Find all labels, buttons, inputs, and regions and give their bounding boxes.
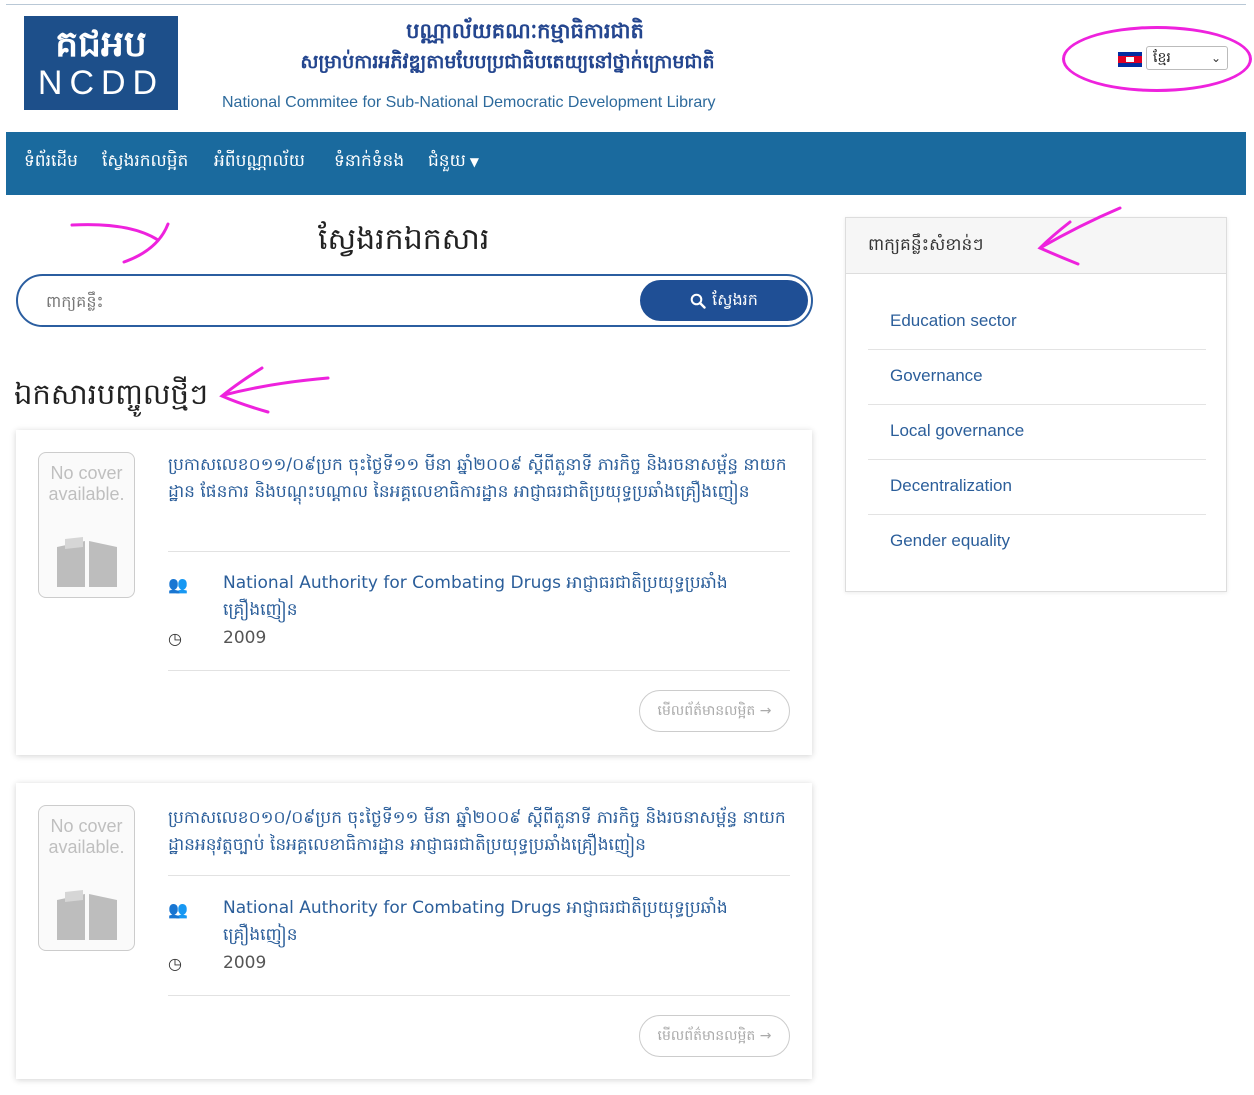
divider — [168, 670, 790, 671]
document-title-link[interactable]: ប្រកាសលេខ០១១/០៩ប្រក ចុះថ្ងៃទី១១ មីនា ឆ្ន… — [168, 452, 790, 506]
nav-item-label: ស្វែងរកលម្អិត — [102, 151, 189, 171]
document-title-link[interactable]: ប្រកាសលេខ០១០/០៩ប្រក ចុះថ្ងៃទី១១ មីនា ឆ្ន… — [168, 805, 790, 859]
book-icon — [57, 537, 117, 587]
no-cover-placeholder[interactable]: No cover available. — [38, 805, 135, 951]
nav-item-label: ជំនួយ — [428, 151, 466, 171]
nav-item-advanced-search[interactable]: ស្វែងរកលម្អិត — [102, 150, 188, 175]
annotation-arrow-recent — [219, 366, 330, 414]
divider — [168, 551, 790, 552]
divider — [168, 995, 790, 996]
logo-khmer-text: គជអប — [55, 23, 147, 65]
search-input[interactable] — [46, 289, 606, 313]
search-bar: ស្វែងរក — [16, 274, 813, 327]
keyword-label: Decentralization — [890, 476, 1012, 495]
keyword-link[interactable]: Gender equality — [868, 515, 1206, 570]
nav-item-contact[interactable]: ទំនាក់ទំនង — [334, 150, 404, 175]
nav-item-about[interactable]: អំពីបណ្ណាល័យ — [214, 150, 305, 175]
nav-item-home[interactable]: ទំព័រដើម — [24, 150, 78, 175]
nav-item-help[interactable]: ជំនួយ ▼ — [428, 150, 479, 175]
divider — [168, 875, 790, 876]
keyword-link[interactable]: Decentralization — [868, 460, 1206, 515]
keywords-panel: ពាក្យគន្លឹះសំខាន់ៗ Education sector Gove… — [845, 217, 1227, 592]
nav-item-label: អំពីបណ្ណាល័យ — [214, 151, 305, 171]
chevron-down-icon: ▼ — [469, 155, 480, 169]
keyword-label: Governance — [890, 366, 983, 385]
document-card: No cover available. ប្រកាសលេខ០១០/០៩ប្រក … — [16, 783, 812, 1079]
keyword-link[interactable]: Local governance — [868, 405, 1206, 460]
chevron-down-icon: ⌄ — [1210, 51, 1221, 65]
no-cover-text: No cover available. — [48, 463, 125, 504]
keyword-link[interactable]: Governance — [868, 350, 1206, 405]
keywords-panel-title: ពាក្យគន្លឹះសំខាន់ៗ — [868, 235, 984, 255]
keyword-label: Education sector — [890, 311, 1017, 330]
language-selected-value: ខ្មែរ — [1153, 50, 1171, 66]
users-icon: 👥 — [168, 575, 188, 594]
logo-latin-text: NCDD — [37, 64, 165, 102]
book-icon — [57, 890, 117, 940]
site-title-khmer-line2: សម្រាប់ការអភិវឌ្ឍតាមបែបប្រជាធិបតេយ្យនៅថ្… — [300, 51, 715, 73]
language-select[interactable]: ខ្មែរ ⌄ — [1146, 46, 1228, 70]
top-border-line — [6, 4, 1246, 5]
annotation-arrow-search — [70, 222, 170, 264]
document-year: 2009 — [223, 628, 267, 648]
keyword-label: Gender equality — [890, 531, 1011, 550]
document-card: No cover available. ប្រកាសលេខ០១១/០៩ប្រក … — [16, 430, 812, 755]
site-title-english: National Commitee for Sub-National Democ… — [222, 94, 716, 111]
search-icon — [690, 293, 706, 309]
cambodia-flag-icon — [1118, 52, 1142, 67]
keyword-link[interactable]: Education sector — [868, 295, 1206, 350]
nav-item-label: ទំព័រដើម — [24, 151, 78, 171]
document-author-link[interactable]: National Authority for Combating Drugs អ… — [223, 570, 783, 624]
recent-documents-title: ឯកសារបញ្ចូលថ្មីៗ — [14, 377, 208, 411]
nav-item-label: ទំនាក់ទំនង — [334, 151, 405, 171]
keywords-panel-header: ពាក្យគន្លឹះសំខាន់ៗ — [846, 218, 1226, 274]
site-title-khmer-line1: បណ្ណាល័យគណៈកម្មាធិការជាតិ — [406, 18, 644, 43]
view-details-button[interactable]: មើលព័ត៌មានលម្អិត → — [639, 1015, 790, 1057]
view-details-button[interactable]: មើលព័ត៌មានលម្អិត → — [639, 690, 790, 732]
search-button[interactable]: ស្វែងរក — [640, 280, 808, 321]
clock-icon: ◷ — [168, 629, 182, 648]
document-author-link[interactable]: National Authority for Combating Drugs អ… — [223, 895, 783, 949]
document-year: 2009 — [223, 953, 267, 973]
no-cover-text: No cover available. — [48, 816, 125, 857]
search-button-label: ស្វែងរក — [712, 289, 758, 309]
clock-icon: ◷ — [168, 954, 182, 973]
main-navigation: ទំព័រដើម ស្វែងរកលម្អិត អំពីបណ្ណាល័យ ទំនា… — [6, 132, 1246, 195]
users-icon: 👥 — [168, 900, 188, 919]
keyword-label: Local governance — [890, 421, 1025, 440]
search-title: ស្វែងរកឯកសារ — [318, 222, 490, 257]
no-cover-placeholder[interactable]: No cover available. — [38, 452, 135, 598]
ncdd-logo[interactable]: គជអប NCDD — [24, 16, 178, 110]
